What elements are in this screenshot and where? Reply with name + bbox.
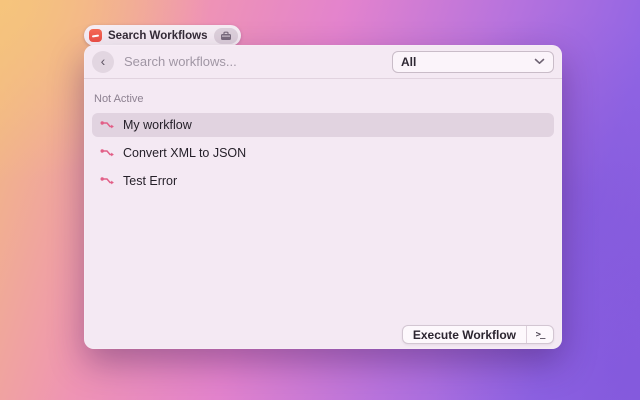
list-item-test-error[interactable]: Test Error	[92, 169, 554, 193]
search-workflows-window: ‹ All Not Active My workflow	[84, 45, 562, 349]
execute-workflow-button[interactable]: Execute Workflow >_	[401, 325, 554, 344]
section-header: Not Active	[94, 93, 144, 105]
launcher-pill-label: Search Workflows	[108, 29, 208, 42]
chevron-down-icon	[534, 58, 545, 64]
hotkey-recorder[interactable]	[213, 27, 238, 44]
filter-dropdown-value: All	[401, 54, 417, 69]
list-item-label: Test Error	[123, 174, 178, 188]
back-button[interactable]: ‹	[92, 50, 114, 73]
workflow-icon	[100, 148, 115, 158]
launcher-pill[interactable]: Search Workflows	[84, 25, 241, 46]
briefcase-icon	[220, 31, 231, 40]
terminal-prompt-icon: >_	[535, 329, 546, 340]
window-body: Not Active My workflow Convert XML to JS…	[84, 79, 562, 201]
list-item-my-workflow[interactable]: My workflow	[92, 113, 554, 137]
workflow-icon	[100, 176, 115, 186]
list-item-convert-xml-to-json[interactable]: Convert XML to JSON	[92, 141, 554, 165]
search-input[interactable]	[124, 54, 382, 69]
filter-dropdown[interactable]: All	[392, 50, 554, 73]
window-header: ‹ All	[84, 45, 562, 79]
workflow-list: My workflow Convert XML to JSON Test Err…	[92, 113, 554, 193]
workflow-icon	[100, 120, 115, 130]
execute-workflow-label: Execute Workflow	[412, 327, 516, 342]
chevron-left-icon: ‹	[100, 52, 106, 69]
workflow-app-icon	[89, 29, 102, 42]
list-item-label: My workflow	[123, 118, 192, 132]
list-item-label: Convert XML to JSON	[123, 146, 247, 160]
